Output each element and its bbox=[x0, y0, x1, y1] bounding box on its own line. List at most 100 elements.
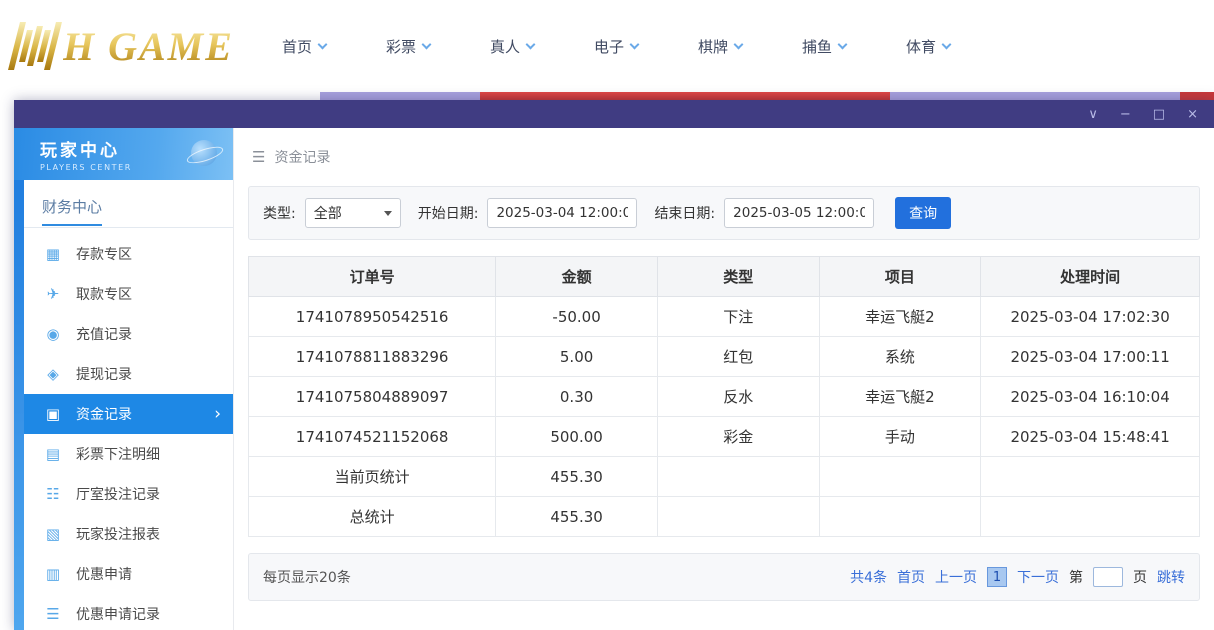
nav-item-live[interactable]: 真人 bbox=[490, 36, 534, 57]
main-content: ☰ 资金记录 类型: 全部 开始日期: 结束日期: 查询 订单号 bbox=[234, 128, 1214, 630]
type-select[interactable]: 全部 bbox=[305, 198, 401, 228]
table-cell: 2025-03-04 17:02:30 bbox=[981, 297, 1200, 337]
maximize-icon[interactable]: □ bbox=[1153, 108, 1165, 121]
site-logo[interactable]: H GAME bbox=[14, 22, 234, 70]
sidebar-item-withdraw-zone[interactable]: ✈ 取款专区 bbox=[24, 274, 233, 314]
sidebar-item-label: 厅室投注记录 bbox=[76, 484, 160, 504]
table-row: 1741075804889097 0.30 反水 幸运飞艇2 2025-03-0… bbox=[249, 377, 1200, 417]
jump-suffix: 页 bbox=[1133, 567, 1147, 587]
logo-mark-icon bbox=[8, 22, 62, 70]
collapse-icon[interactable]: ∨ bbox=[1088, 108, 1098, 121]
table-cell: 2025-03-04 15:48:41 bbox=[981, 417, 1200, 457]
promo-apply-records-icon: ☰ bbox=[44, 605, 62, 623]
end-date-input[interactable] bbox=[724, 198, 874, 228]
first-page-link[interactable]: 首页 bbox=[897, 567, 925, 587]
sidebar-item-deposit-zone[interactable]: ▦ 存款专区 bbox=[24, 234, 233, 274]
nav-item-sports[interactable]: 体育 bbox=[906, 36, 950, 57]
table-row-page-total: 当前页统计 455.30 bbox=[249, 457, 1200, 497]
breadcrumb: ☰ 资金记录 bbox=[248, 128, 1200, 186]
current-page[interactable]: 1 bbox=[987, 567, 1007, 587]
jump-button[interactable]: 跳转 bbox=[1157, 567, 1185, 587]
sidebar-header: 玩家中心 PLAYERS CENTER bbox=[14, 128, 233, 180]
table-row: 1741078950542516 -50.00 下注 幸运飞艇2 2025-03… bbox=[249, 297, 1200, 337]
table-cell: 幸运飞艇2 bbox=[819, 377, 981, 417]
nav-item-board-games[interactable]: 棋牌 bbox=[698, 36, 742, 57]
table-cell: 当前页统计 bbox=[249, 457, 496, 497]
finance-center-label: 财务中心 bbox=[42, 196, 102, 226]
chevron-down-icon bbox=[838, 39, 848, 49]
sidebar-item-label: 提现记录 bbox=[76, 364, 132, 384]
table-cell bbox=[819, 497, 981, 537]
sidebar-item-player-bet-report[interactable]: ▧ 玩家投注报表 bbox=[24, 514, 233, 554]
table-cell: 手动 bbox=[819, 417, 981, 457]
sidebar-item-label: 存款专区 bbox=[76, 244, 132, 264]
start-date-input[interactable] bbox=[487, 198, 637, 228]
sidebar-item-recharge-records[interactable]: ◉ 充值记录 bbox=[24, 314, 233, 354]
withdrawal-records-icon: ◈ bbox=[44, 365, 62, 383]
next-page-link[interactable]: 下一页 bbox=[1017, 567, 1059, 587]
table-cell: 反水 bbox=[657, 377, 819, 417]
table-cell: 1741078950542516 bbox=[249, 297, 496, 337]
globe-icon bbox=[191, 140, 217, 166]
sidebar-item-label: 优惠申请 bbox=[76, 564, 132, 584]
window-titlebar: ∨ − □ × bbox=[14, 100, 1214, 128]
chevron-down-icon bbox=[734, 39, 744, 49]
col-header-order-no: 订单号 bbox=[249, 257, 496, 297]
sidebar: 玩家中心 PLAYERS CENTER 财务中心 ▦ 存款专区 ✈ 取款专区 ◉… bbox=[14, 128, 234, 630]
nav-label: 捕鱼 bbox=[802, 36, 832, 57]
nav-item-lottery[interactable]: 彩票 bbox=[386, 36, 430, 57]
type-label: 类型: bbox=[263, 203, 296, 223]
table-cell bbox=[981, 457, 1200, 497]
table-cell: 1741075804889097 bbox=[249, 377, 496, 417]
chevron-down-icon bbox=[318, 39, 328, 49]
sidebar-menu: ▦ 存款专区 ✈ 取款专区 ◉ 充值记录 ◈ 提现记录 ▣ 资金记录 bbox=[14, 234, 233, 630]
table-row: 1741078811883296 5.00 红包 系统 2025-03-04 1… bbox=[249, 337, 1200, 377]
nav-item-fishing[interactable]: 捕鱼 bbox=[802, 36, 846, 57]
prev-page-link[interactable]: 上一页 bbox=[935, 567, 977, 587]
pagination-controls: 共4条 首页 上一页 1 下一页 第 页 跳转 bbox=[850, 567, 1185, 587]
table-header-row: 订单号 金额 类型 项目 处理时间 bbox=[249, 257, 1200, 297]
withdraw-icon: ✈ bbox=[44, 285, 62, 303]
hall-bet-records-icon: ☷ bbox=[44, 485, 62, 503]
minimize-icon[interactable]: − bbox=[1120, 108, 1131, 121]
table-cell bbox=[981, 497, 1200, 537]
site-header: H GAME 首页 彩票 真人 电子 棋牌 捕鱼 体育 bbox=[0, 0, 1214, 92]
chevron-down-icon bbox=[422, 39, 432, 49]
table-cell: 2025-03-04 16:10:04 bbox=[981, 377, 1200, 417]
query-button[interactable]: 查询 bbox=[895, 197, 951, 229]
sidebar-item-withdrawal-records[interactable]: ◈ 提现记录 bbox=[24, 354, 233, 394]
chevron-down-icon bbox=[942, 39, 952, 49]
page-size-text: 每页显示20条 bbox=[263, 567, 351, 587]
table-cell: 系统 bbox=[819, 337, 981, 377]
menu-icon[interactable]: ☰ bbox=[252, 148, 265, 166]
chevron-down-icon bbox=[630, 39, 640, 49]
sidebar-item-promo-apply-records[interactable]: ☰ 优惠申请记录 bbox=[24, 594, 233, 630]
table-cell: 1741074521152068 bbox=[249, 417, 496, 457]
sidebar-item-label: 玩家投注报表 bbox=[76, 524, 160, 544]
sidebar-section-title: 财务中心 bbox=[24, 180, 233, 228]
nav-item-home[interactable]: 首页 bbox=[282, 36, 326, 57]
close-icon[interactable]: × bbox=[1187, 108, 1198, 121]
sidebar-item-hall-bet-records[interactable]: ☷ 厅室投注记录 bbox=[24, 474, 233, 514]
col-header-project: 项目 bbox=[819, 257, 981, 297]
promo-apply-icon: ▥ bbox=[44, 565, 62, 583]
sidebar-item-fund-records[interactable]: ▣ 资金记录 › bbox=[24, 394, 233, 434]
window-body: 玩家中心 PLAYERS CENTER 财务中心 ▦ 存款专区 ✈ 取款专区 ◉… bbox=[14, 128, 1214, 630]
table-cell: 455.30 bbox=[496, 457, 658, 497]
filter-bar: 类型: 全部 开始日期: 结束日期: 查询 bbox=[248, 186, 1200, 240]
jump-prefix: 第 bbox=[1069, 567, 1083, 587]
col-header-amount: 金额 bbox=[496, 257, 658, 297]
sidebar-item-lottery-bet-details[interactable]: ▤ 彩票下注明细 bbox=[24, 434, 233, 474]
nav-label: 体育 bbox=[906, 36, 936, 57]
select-arrow-icon bbox=[384, 211, 392, 216]
table-cell: 彩金 bbox=[657, 417, 819, 457]
nav-label: 首页 bbox=[282, 36, 312, 57]
table-cell: 0.30 bbox=[496, 377, 658, 417]
records-table: 订单号 金额 类型 项目 处理时间 1741078950542516 -50.0… bbox=[248, 256, 1200, 537]
page-jump-input[interactable] bbox=[1093, 567, 1123, 587]
logo-text: H GAME bbox=[63, 23, 234, 70]
sidebar-item-promo-apply[interactable]: ▥ 优惠申请 bbox=[24, 554, 233, 594]
table-cell bbox=[657, 497, 819, 537]
nav-item-electronic[interactable]: 电子 bbox=[594, 36, 638, 57]
nav-label: 棋牌 bbox=[698, 36, 728, 57]
